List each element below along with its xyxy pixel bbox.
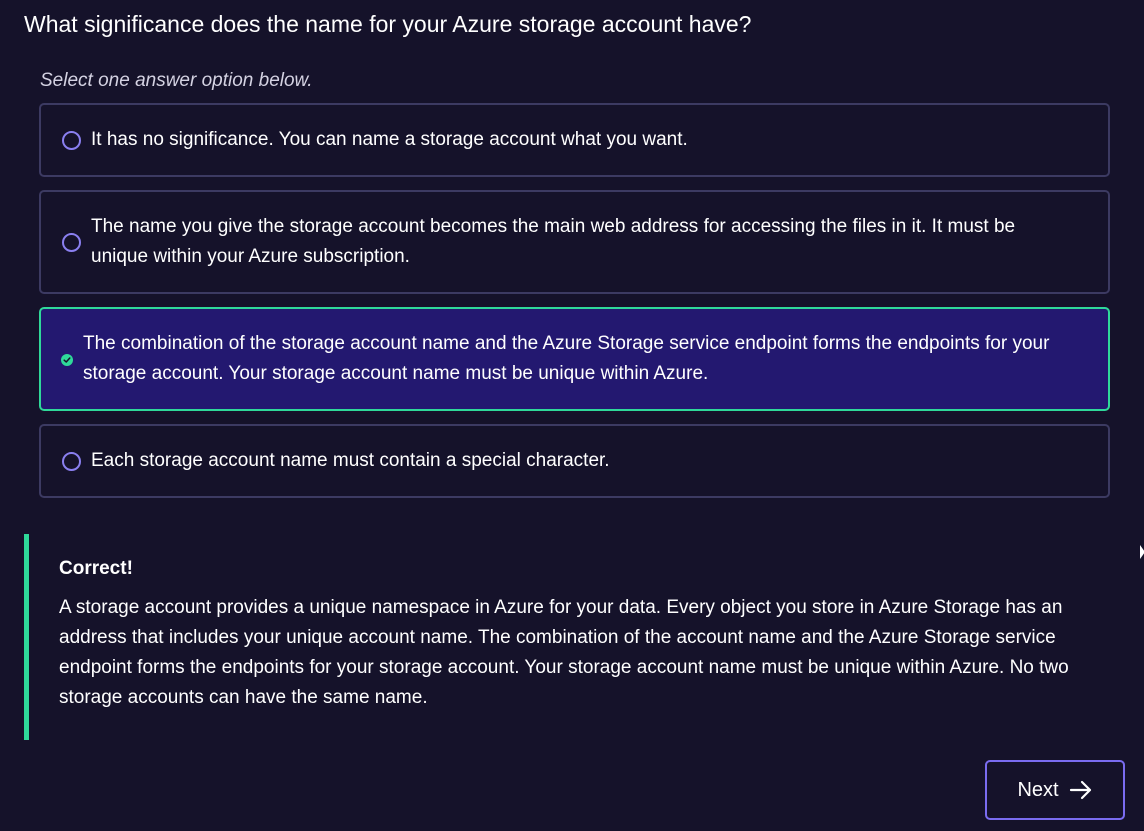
question-title: What significance does the name for your…: [24, 11, 752, 37]
feedback-panel: Correct! A storage account provides a un…: [24, 534, 1114, 740]
answer-option-label: The name you give the storage account be…: [91, 216, 1016, 267]
mouse-cursor-icon: [1140, 545, 1144, 559]
answer-option-label: Each storage account name must contain a…: [91, 450, 610, 471]
radio-unselected-icon[interactable]: [62, 130, 81, 150]
next-button[interactable]: Next: [985, 760, 1125, 820]
answer-option-4[interactable]: Each storage account name must contain a…: [39, 424, 1110, 498]
answer-option-2[interactable]: The name you give the storage account be…: [39, 190, 1110, 294]
answer-option-label: The combination of the storage account n…: [83, 333, 1050, 384]
answer-option-3-selected[interactable]: The combination of the storage account n…: [39, 307, 1110, 411]
answer-option-1[interactable]: It has no significance. You can name a s…: [39, 103, 1110, 177]
next-button-label: Next: [1017, 778, 1059, 801]
arrow-right-icon: [1069, 780, 1093, 800]
radio-unselected-icon[interactable]: [62, 232, 81, 252]
feedback-title: Correct!: [59, 558, 133, 579]
radio-unselected-icon[interactable]: [62, 451, 81, 471]
feedback-explanation: A storage account provides a unique name…: [59, 597, 1069, 708]
answer-options: It has no significance. You can name a s…: [39, 103, 1110, 498]
answer-option-label: It has no significance. You can name a s…: [91, 129, 688, 150]
check-circle-icon: [61, 354, 73, 366]
answer-instruction: Select one answer option below.: [40, 70, 313, 91]
